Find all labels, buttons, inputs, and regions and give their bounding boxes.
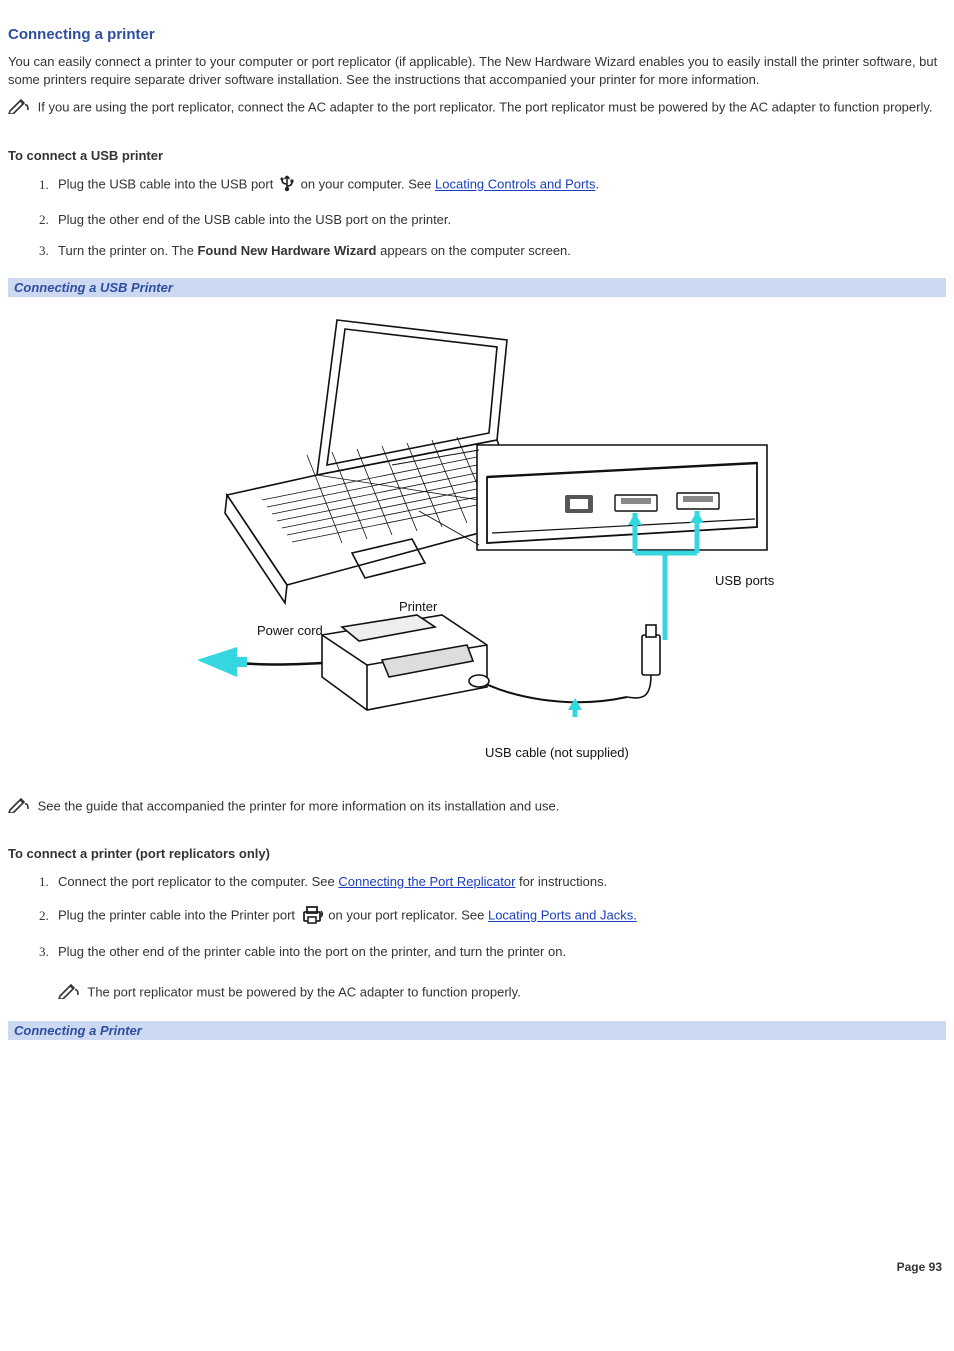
bstep3-text: Plug the other end of the printer cable … (58, 944, 566, 959)
note-pencil-icon (58, 983, 80, 1004)
fig1-label-power-cord: Power cord (257, 623, 323, 638)
step3-text-a: Turn the printer on. The (58, 243, 197, 258)
step3-bold: Found New Hardware Wizard (197, 243, 376, 258)
note-2: See the guide that accompanied the print… (8, 797, 946, 818)
connecting-replicator-link[interactable]: Connecting the Port Replicator (338, 874, 515, 889)
note-3-text: The port replicator must be powered by t… (87, 984, 520, 999)
figure-caption-2: Connecting a Printer (8, 1021, 946, 1040)
intro-paragraph: You can easily connect a printer to your… (8, 53, 946, 88)
step1-text-b: on your computer. See (301, 177, 435, 192)
locating-ports-link[interactable]: Locating Ports and Jacks. (488, 908, 637, 923)
step3-text-b: appears on the computer screen. (377, 243, 571, 258)
fig1-label-printer: Printer (399, 599, 438, 614)
usb-trident-icon (279, 174, 295, 197)
list-item: Plug the printer cable into the Printer … (52, 904, 946, 929)
step1-text-a: Plug the USB cable into the USB port (58, 177, 277, 192)
step1-text-c: . (595, 177, 599, 192)
note-2-text: See the guide that accompanied the print… (38, 799, 560, 814)
list-item: Plug the other end of the USB cable into… (52, 211, 946, 229)
replicator-steps-list: Connect the port replicator to the compu… (8, 873, 946, 1003)
sub-heading-replicator: To connect a printer (port replicators o… (8, 845, 946, 863)
page-number: Page 93 (8, 1260, 946, 1274)
note-pencil-icon (8, 797, 30, 818)
list-item: Connect the port replicator to the compu… (52, 873, 946, 891)
figure-usb-printer: USB ports Printer Power cord USB cable (… (8, 297, 946, 787)
usb-steps-list: Plug the USB cable into the USB port on … (8, 174, 946, 260)
list-item: Turn the printer on. The Found New Hardw… (52, 242, 946, 260)
list-item: Plug the other end of the printer cable … (52, 943, 946, 1003)
printer-port-icon (301, 904, 323, 929)
fig1-label-usb-cable: USB cable (not supplied) (485, 745, 629, 760)
bstep1-text-a: Connect the port replicator to the compu… (58, 874, 338, 889)
figure-caption-1: Connecting a USB Printer (8, 278, 946, 297)
note-1: If you are using the port replicator, co… (8, 98, 946, 119)
bstep2-text-a: Plug the printer cable into the Printer … (58, 908, 299, 923)
page-heading: Connecting a printer (8, 26, 946, 43)
fig1-label-usb-ports: USB ports (715, 573, 775, 588)
note-1-text: If you are using the port replicator, co… (38, 100, 933, 115)
note-pencil-icon (8, 98, 30, 119)
sub-heading-usb: To connect a USB printer (8, 147, 946, 165)
note-3: The port replicator must be powered by t… (58, 983, 946, 1004)
bstep1-text-b: for instructions. (515, 874, 607, 889)
list-item: Plug the USB cable into the USB port on … (52, 174, 946, 197)
bstep2-text-b: on your port replicator. See (328, 908, 488, 923)
locating-controls-link[interactable]: Locating Controls and Ports (435, 177, 595, 192)
